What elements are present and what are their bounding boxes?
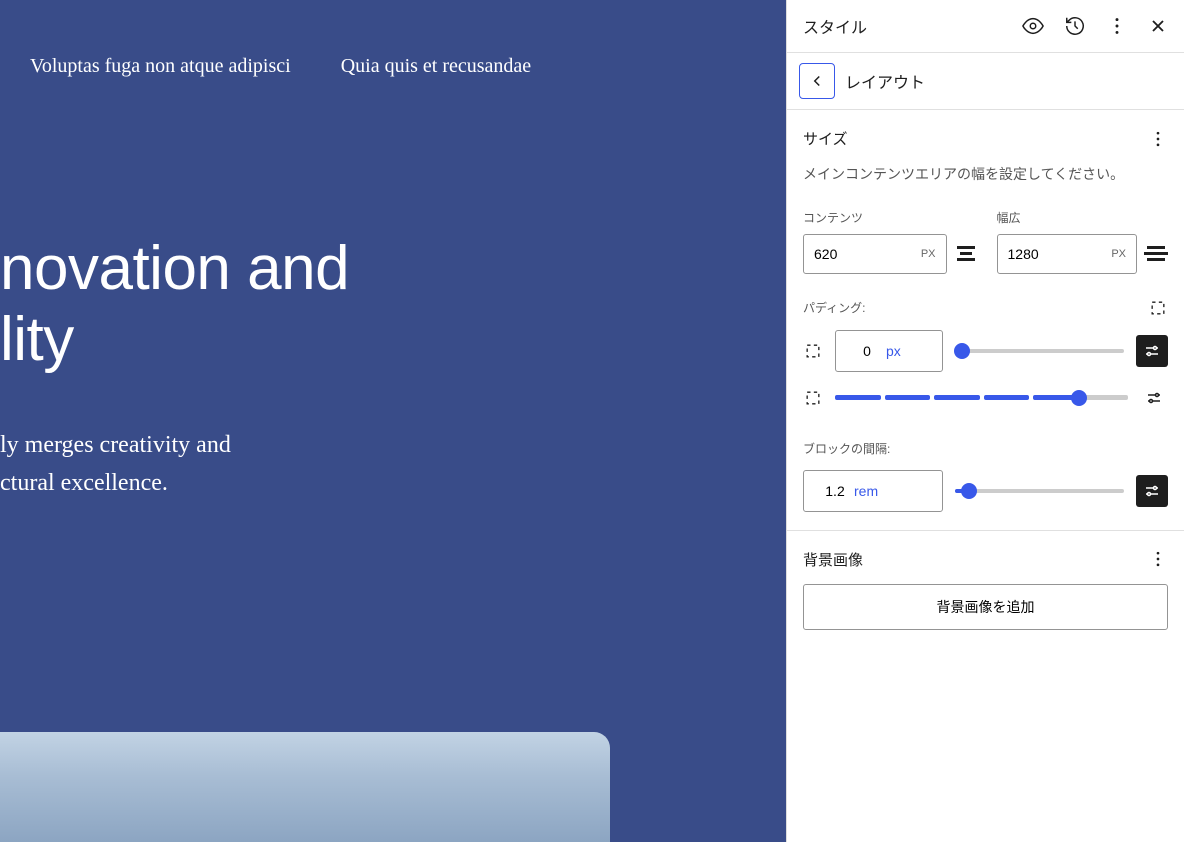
sidebar-header: スタイル (787, 0, 1184, 53)
padding-step-settings-icon[interactable] (1140, 384, 1168, 412)
align-center-icon[interactable] (957, 246, 975, 261)
background-section: 背景画像 背景画像を追加 (787, 531, 1184, 648)
padding-side-icon-2[interactable] (803, 388, 823, 408)
more-icon[interactable] (1106, 15, 1128, 37)
back-button[interactable] (799, 63, 835, 99)
block-gap-unit[interactable]: rem (854, 483, 888, 499)
nav-link-2[interactable]: Quia quis et recusandae (341, 55, 531, 78)
hero-title-line1: novation and (0, 234, 349, 303)
close-icon[interactable] (1148, 16, 1168, 36)
block-gap-input[interactable]: rem (803, 470, 943, 512)
eye-icon[interactable] (1022, 15, 1044, 37)
bg-title: 背景画像 (803, 549, 863, 570)
padding-link-sides-icon[interactable] (1148, 298, 1168, 318)
padding-value-field[interactable] (836, 343, 886, 359)
wide-width-input[interactable]: PX (997, 234, 1138, 274)
align-wide-icon[interactable] (1147, 246, 1168, 261)
padding-slider[interactable] (955, 349, 1124, 353)
padding-settings-icon[interactable] (1136, 335, 1168, 367)
block-gap-slider[interactable] (955, 489, 1124, 493)
add-background-button[interactable]: 背景画像を追加 (803, 584, 1168, 630)
hero-content: novation and lity ly merges creativity a… (0, 233, 786, 502)
hero-subtitle: ly merges creativity and ctural excellen… (0, 426, 786, 503)
padding-side-icon[interactable] (803, 341, 823, 361)
padding-label: パディング: (803, 299, 866, 316)
sidebar-title: スタイル (803, 14, 867, 38)
padding-input[interactable]: px (835, 330, 943, 372)
padding-step-slider[interactable] (835, 395, 1128, 400)
hero-image (0, 732, 610, 842)
wide-width-unit[interactable]: PX (1111, 248, 1136, 260)
preview-canvas: Voluptas fuga non atque adipisci Quia qu… (0, 0, 786, 842)
hero-title-line2: lity (0, 305, 74, 374)
preview-nav: Voluptas fuga non atque adipisci Quia qu… (0, 0, 786, 133)
size-title: サイズ (803, 128, 848, 149)
size-description: メインコンテンツエリアの幅を設定してください。 (803, 163, 1168, 187)
breadcrumb-row: レイアウト (787, 53, 1184, 110)
styles-sidebar: スタイル レイアウト サイズ メインコン (786, 0, 1184, 842)
history-icon[interactable] (1064, 15, 1086, 37)
padding-unit[interactable]: px (886, 343, 911, 359)
content-width-field[interactable] (804, 246, 921, 262)
block-gap-label: ブロックの間隔: (803, 442, 890, 456)
breadcrumb-text: レイアウト (845, 69, 925, 93)
block-gap-field[interactable] (804, 483, 854, 499)
content-width-label: コンテンツ (803, 209, 975, 226)
size-section: サイズ メインコンテンツエリアの幅を設定してください。 コンテンツ PX (787, 110, 1184, 531)
content-width-input[interactable]: PX (803, 234, 947, 274)
content-width-unit[interactable]: PX (921, 248, 946, 260)
size-more-icon[interactable] (1148, 129, 1168, 149)
hero-title: novation and lity (0, 233, 786, 376)
wide-width-label: 幅広 (997, 209, 1169, 226)
bg-more-icon[interactable] (1148, 549, 1168, 569)
nav-link-1[interactable]: Voluptas fuga non atque adipisci (30, 55, 291, 78)
hero-sub-line2: ctural excellence. (0, 470, 168, 496)
wide-width-field[interactable] (998, 246, 1112, 262)
block-gap-settings-icon[interactable] (1136, 475, 1168, 507)
hero-sub-line1: ly merges creativity and (0, 432, 231, 458)
